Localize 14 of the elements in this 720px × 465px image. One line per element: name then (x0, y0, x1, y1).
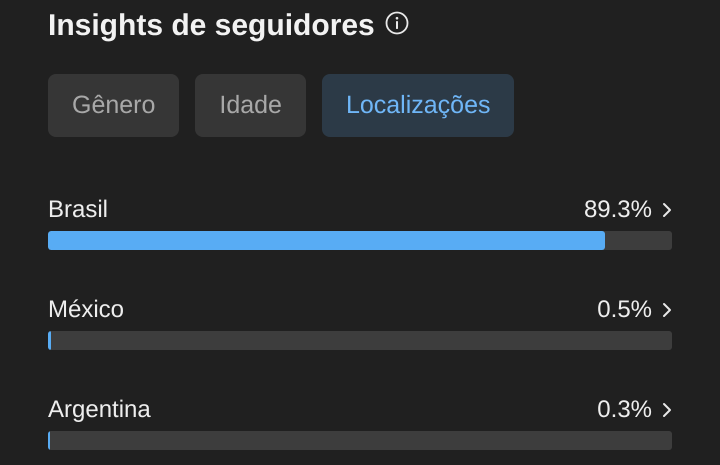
info-icon[interactable] (384, 11, 409, 35)
country-name: México (48, 296, 124, 324)
chevron-icon[interactable] (662, 302, 672, 318)
percentage: 89.3% (584, 196, 652, 224)
chevron-icon[interactable] (662, 202, 672, 218)
filter-tab[interactable]: Gênero (48, 74, 180, 137)
percentage: 0.5% (597, 296, 652, 324)
percentage: 0.3% (597, 396, 652, 424)
country-name: Brasil (48, 196, 108, 224)
country-name: Argentina (48, 396, 151, 424)
filter-tab[interactable]: Localizações (322, 74, 514, 137)
chevron-icon[interactable] (662, 402, 672, 418)
section-title: Insights de seguidores (48, 9, 375, 43)
filter-tab[interactable]: Idade (195, 74, 306, 137)
